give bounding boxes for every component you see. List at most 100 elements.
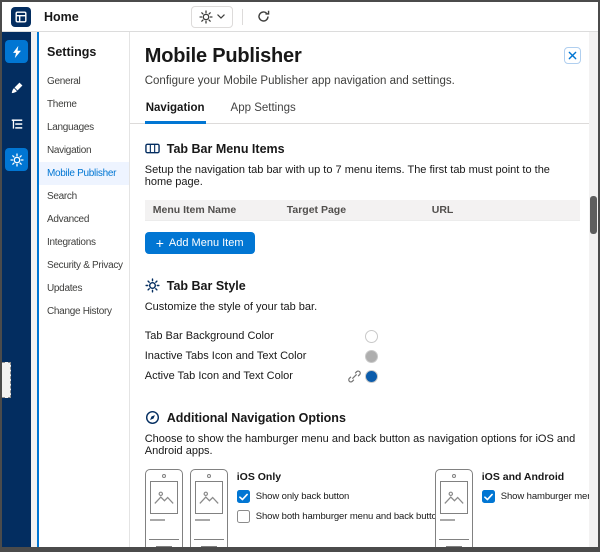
active-color-swatch[interactable] xyxy=(364,369,378,383)
text-line xyxy=(149,519,165,521)
tab-bar-line xyxy=(438,539,469,540)
scrollbar-track xyxy=(589,32,598,547)
options-group-title: iOS Only xyxy=(236,471,282,483)
options-group-title: iOS and Android xyxy=(481,471,565,483)
brush-icon xyxy=(11,82,22,93)
color-row-label: Active Tab Icon and Text Color xyxy=(144,370,293,382)
sidebar-item-navigation[interactable]: Navigation xyxy=(39,139,129,162)
color-row-label: Inactive Tabs Icon and Text Color xyxy=(144,350,307,362)
check-icon xyxy=(238,493,248,500)
rail-components-button[interactable] xyxy=(5,40,28,63)
canvas-dropzone-marker xyxy=(2,362,11,398)
tab-bar: Navigation App Settings xyxy=(129,97,589,124)
inactive-color-swatch[interactable] xyxy=(364,349,378,363)
builder-body: Settings General Theme Languages Navigat… xyxy=(2,32,598,547)
lightning-icon xyxy=(12,45,21,58)
refresh-button[interactable] xyxy=(252,6,276,28)
topbar-actions xyxy=(190,5,276,28)
sidebar-item-integrations[interactable]: Integrations xyxy=(39,231,129,254)
tab-bar-style-section: Tab Bar Style Customize the style of you… xyxy=(145,278,580,386)
section-description: Setup the navigation tab bar with up to … xyxy=(144,164,550,188)
sidebar-item-search[interactable]: Search xyxy=(39,185,129,208)
home-indicator xyxy=(445,546,462,547)
chevron-down-icon xyxy=(217,14,225,19)
text-line xyxy=(194,519,210,521)
sidebar-item-advanced[interactable]: Advanced xyxy=(39,208,129,231)
background-color-swatch[interactable] xyxy=(364,329,378,343)
builder-icon-rail xyxy=(2,32,31,547)
builder-logo[interactable] xyxy=(11,6,31,27)
sidebar-item-security-privacy[interactable]: Security & Privacy xyxy=(39,254,129,277)
sidebar-item-change-history[interactable]: Change History xyxy=(39,300,129,323)
page-selector[interactable]: Home xyxy=(44,10,79,24)
tab-bar-icon xyxy=(144,143,160,154)
experience-builder-window: Home Settings General Theme Languages Na… xyxy=(0,0,600,552)
image-placeholder xyxy=(149,481,178,514)
link-icon[interactable] xyxy=(347,370,361,383)
top-bar: Home xyxy=(2,2,598,32)
checkbox-label: Show hamburger menu xyxy=(500,491,589,502)
checkbox-show-hamburger-menu[interactable] xyxy=(481,490,495,503)
panel-subtitle: Configure your Mobile Publisher app navi… xyxy=(144,75,455,87)
style-gear-icon xyxy=(145,278,160,293)
home-indicator xyxy=(200,546,217,547)
checkbox-show-only-back-button[interactable] xyxy=(236,490,250,503)
camera-dot xyxy=(451,474,456,478)
option-row: Show both hamburger menu and back button xyxy=(236,510,442,523)
rail-theme-button[interactable] xyxy=(5,76,28,99)
panel-content: Tab Bar Menu Items Setup the navigation … xyxy=(130,124,589,547)
rail-page-structure-button[interactable] xyxy=(5,112,28,135)
refresh-icon xyxy=(258,10,270,22)
text-line xyxy=(439,519,455,521)
section-heading: Tab Bar Style xyxy=(166,278,246,293)
panel-title: Mobile Publisher xyxy=(144,45,302,67)
color-row-background: Tab Bar Background Color xyxy=(145,326,580,346)
page-structure-icon xyxy=(11,118,22,129)
plus-icon: + xyxy=(155,234,164,251)
ios-only-options: iOS Only Show only back button Show both… xyxy=(236,469,442,523)
sidebar-item-general[interactable]: General xyxy=(39,70,129,93)
camera-dot xyxy=(161,474,166,478)
image-placeholder-icon xyxy=(199,491,219,504)
sidebar-item-mobile-publisher[interactable]: Mobile Publisher xyxy=(39,162,129,185)
image-placeholder-icon xyxy=(154,491,174,504)
checkbox-label: Show both hamburger menu and back button xyxy=(255,511,442,522)
image-placeholder xyxy=(194,481,223,514)
section-description: Customize the style of your tab bar. xyxy=(144,301,318,313)
tab-bar-line xyxy=(193,539,224,540)
option-row: Show only back button xyxy=(236,490,433,503)
checkbox-label: Show only back button xyxy=(255,491,350,502)
color-row-inactive: Inactive Tabs Icon and Text Color xyxy=(145,346,580,366)
color-row-active: Active Tab Icon and Text Color xyxy=(145,366,580,386)
scrollbar-thumb[interactable] xyxy=(590,196,597,234)
toolbar-divider xyxy=(241,8,243,25)
color-row-label: Tab Bar Background Color xyxy=(144,330,274,342)
menu-items-table: Menu Item Name Target Page URL xyxy=(144,200,580,221)
close-icon xyxy=(568,51,577,60)
home-indicator xyxy=(155,546,172,547)
builder-grid-icon xyxy=(15,10,27,23)
add-menu-item-label: Add Menu Item xyxy=(168,237,244,249)
tab-app-settings[interactable]: App Settings xyxy=(230,97,297,124)
rail-settings-button[interactable] xyxy=(5,148,28,171)
gear-icon xyxy=(9,152,24,167)
add-menu-item-button[interactable]: + Add Menu Item xyxy=(144,232,255,254)
close-button[interactable] xyxy=(564,47,581,64)
sidebar-item-languages[interactable]: Languages xyxy=(39,116,129,139)
checkbox-show-both-hamburger-and-back[interactable] xyxy=(236,510,250,523)
sidebar-item-theme[interactable]: Theme xyxy=(39,93,129,116)
ios-and-android-options: iOS and Android Show hamburger menu xyxy=(481,469,589,503)
column-header-target-page: Target Page xyxy=(286,204,347,216)
section-heading: Tab Bar Menu Items xyxy=(166,141,285,156)
phone-mockup xyxy=(189,469,228,547)
sidebar-item-updates[interactable]: Updates xyxy=(39,277,129,300)
column-header-url: URL xyxy=(431,204,454,216)
section-heading: Additional Navigation Options xyxy=(166,410,346,425)
page-settings-button[interactable] xyxy=(190,5,233,28)
compass-icon xyxy=(145,410,159,425)
phone-mockup xyxy=(434,469,473,547)
tab-navigation[interactable]: Navigation xyxy=(144,97,206,124)
phone-mockup xyxy=(144,469,183,547)
sidebar-title: Settings xyxy=(47,45,97,59)
camera-dot xyxy=(206,474,211,478)
